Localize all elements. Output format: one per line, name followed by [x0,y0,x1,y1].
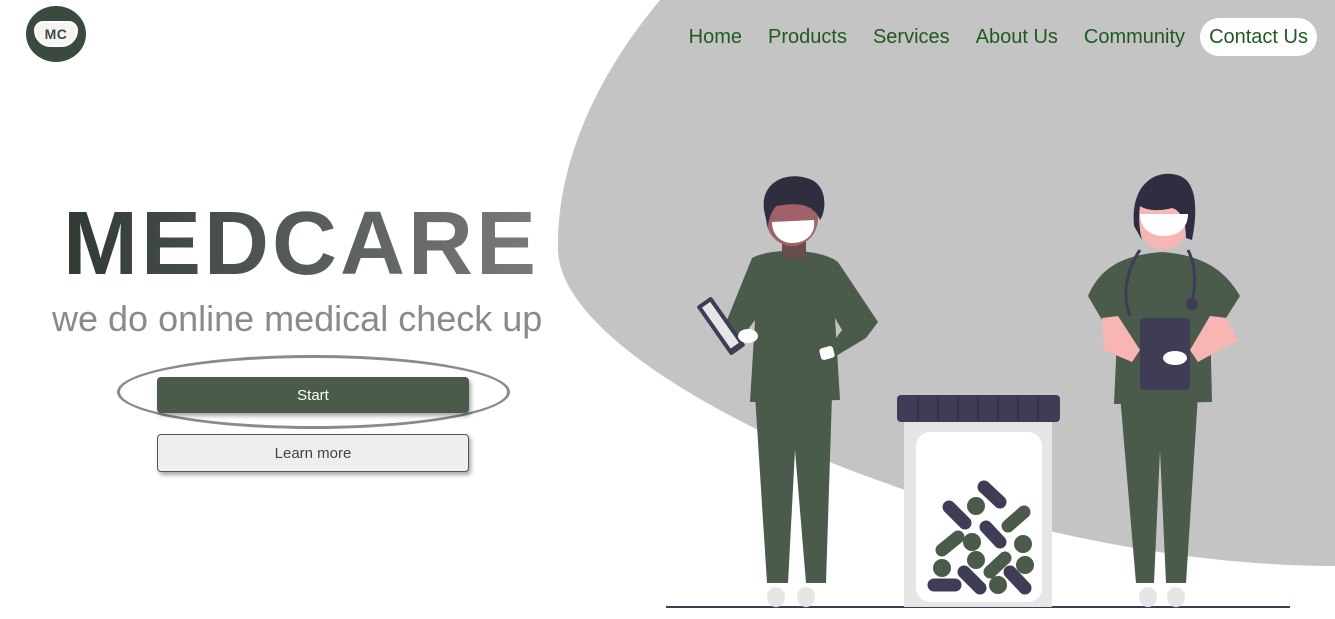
hero-section: MEDCARE we do online medical check up St… [0,0,600,619]
pill-jar [897,395,1060,607]
nav-services[interactable]: Services [860,18,963,56]
learn-more-button[interactable]: Learn more [157,434,469,472]
nav-home[interactable]: Home [676,18,755,56]
doctor-right-figure [1088,173,1240,607]
top-navigation: Home Products Services About Us Communit… [676,18,1317,56]
hero-subtitle: we do online medical check up [52,298,543,339]
nav-contact-us[interactable]: Contact Us [1200,18,1317,56]
nav-about-us[interactable]: About Us [963,18,1071,56]
two-doctors-with-pill-jar-illustration [666,173,1290,608]
start-button[interactable]: Start [157,377,469,413]
hero-title: MEDCARE [63,194,540,294]
nav-community[interactable]: Community [1071,18,1198,56]
nav-products[interactable]: Products [755,18,860,56]
doctor-left-figure [697,176,878,607]
